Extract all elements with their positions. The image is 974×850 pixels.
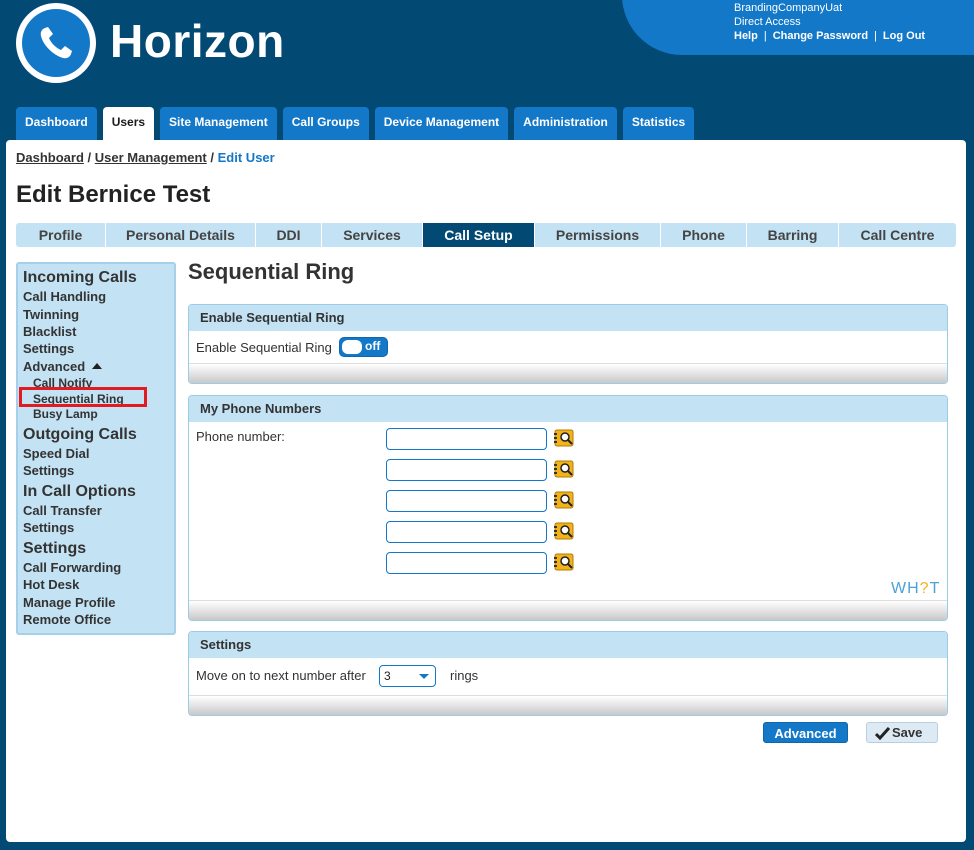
log-out-link[interactable]: Log Out: [883, 30, 925, 42]
tab-device-management[interactable]: Device Management: [374, 107, 509, 140]
nav-heading-settings: Settings: [23, 540, 87, 557]
enable-label: Enable Sequential Ring: [196, 340, 332, 355]
user-sub-tabs: Profile Personal Details DDI Services Ca…: [16, 223, 956, 247]
settings-panel: Settings Move on to next number after 3 …: [188, 631, 948, 716]
tab-phone[interactable]: Phone: [661, 223, 747, 247]
horizon-logo: [16, 3, 96, 83]
nav-hot-desk[interactable]: Hot Desk: [23, 577, 79, 592]
selection-highlight-box: [19, 387, 147, 407]
nav-manage-profile[interactable]: Manage Profile: [23, 595, 115, 610]
my-phone-numbers-panel: My Phone Numbers Phone number: WH?T: [188, 395, 948, 621]
tab-administration[interactable]: Administration: [514, 107, 617, 140]
phone-icon: [22, 9, 90, 77]
rings-select[interactable]: 3: [379, 665, 436, 687]
call-setup-sidebar: Incoming Calls Call Handling Twinning Bl…: [16, 262, 176, 635]
tab-call-groups[interactable]: Call Groups: [282, 107, 369, 140]
phone-number-input-5[interactable]: [386, 552, 547, 574]
save-button-label: Save: [892, 725, 923, 740]
nav-outgoing-settings[interactable]: Settings: [23, 463, 74, 478]
directory-lookup-icon[interactable]: [554, 459, 576, 479]
wht-logo: WH?T: [891, 580, 941, 597]
nav-advanced-label: Advanced: [23, 359, 86, 374]
phone-number-input-3[interactable]: [386, 490, 547, 512]
tab-profile[interactable]: Profile: [16, 223, 106, 247]
nav-busy-lamp[interactable]: Busy Lamp: [33, 407, 98, 421]
enable-sequential-ring-panel: Enable Sequential Ring Enable Sequential…: [188, 304, 948, 384]
section-title: Sequential Ring: [188, 259, 355, 284]
nav-heading-incoming-calls: Incoming Calls: [23, 269, 137, 286]
directory-lookup-icon[interactable]: [554, 521, 576, 541]
toggle-state-label: off: [365, 339, 381, 353]
tab-site-management[interactable]: Site Management: [160, 107, 277, 140]
nav-heading-in-call-options: In Call Options: [23, 483, 136, 500]
nav-blacklist[interactable]: Blacklist: [23, 324, 76, 339]
toggle-knob: [342, 340, 362, 354]
tab-personal-details[interactable]: Personal Details: [106, 223, 256, 247]
tab-services[interactable]: Services: [322, 223, 423, 247]
panel-header: My Phone Numbers: [189, 396, 947, 422]
phone-number-input-1[interactable]: [386, 428, 547, 450]
chevron-down-icon: [419, 674, 429, 679]
user-role: Direct Access: [734, 16, 801, 28]
panel-header: Enable Sequential Ring: [189, 305, 947, 331]
caret-up-icon: [91, 363, 102, 369]
save-button[interactable]: Save: [866, 722, 938, 743]
nav-call-handling[interactable]: Call Handling: [23, 289, 106, 304]
account-panel: BrandingCompanyUat Direct Access Help | Ch…: [622, 0, 974, 55]
nav-twinning[interactable]: Twinning: [23, 307, 79, 322]
change-password-link[interactable]: Change Password: [773, 30, 868, 42]
directory-lookup-icon[interactable]: [554, 490, 576, 510]
breadcrumb-dashboard[interactable]: Dashboard: [16, 150, 84, 165]
phone-number-input-2[interactable]: [386, 459, 547, 481]
move-on-label: Move on to next number after: [196, 668, 366, 683]
phone-number-input-4[interactable]: [386, 521, 547, 543]
nav-remote-office[interactable]: Remote Office: [23, 612, 111, 627]
tab-permissions[interactable]: Permissions: [535, 223, 661, 247]
main-nav-tabs: Dashboard Users Site Management Call Gro…: [16, 107, 700, 140]
advanced-button[interactable]: Advanced: [763, 722, 848, 743]
nav-in-call-settings[interactable]: Settings: [23, 520, 74, 535]
tab-call-setup[interactable]: Call Setup: [423, 223, 535, 247]
nav-settings[interactable]: Settings: [23, 341, 74, 356]
nav-call-forwarding[interactable]: Call Forwarding: [23, 560, 121, 575]
rings-select-value: 3: [384, 669, 391, 683]
tab-barring[interactable]: Barring: [747, 223, 839, 247]
tab-call-centre[interactable]: Call Centre: [839, 223, 956, 247]
tab-ddi[interactable]: DDI: [256, 223, 322, 247]
tab-users[interactable]: Users: [102, 107, 155, 140]
directory-lookup-icon[interactable]: [554, 552, 576, 572]
breadcrumb-user-management[interactable]: User Management: [95, 150, 207, 165]
breadcrumb: Dashboard / User Management / Edit User: [16, 150, 275, 165]
nav-call-transfer[interactable]: Call Transfer: [23, 503, 102, 518]
rings-label: rings: [450, 668, 479, 683]
content-panel: Dashboard / User Management / Edit User …: [6, 140, 966, 842]
panel-header: Settings: [189, 632, 947, 658]
company-name: BrandingCompanyUat: [734, 2, 843, 14]
phone-number-label: Phone number:: [196, 429, 285, 444]
brand-name: Horizon: [110, 15, 285, 67]
nav-advanced[interactable]: Advanced: [23, 359, 103, 374]
breadcrumb-current: Edit User: [217, 150, 275, 165]
account-links: Help | Change Password | Log Out: [734, 30, 926, 42]
checkmark-icon: [875, 727, 890, 740]
page-title: Edit Bernice Test: [16, 181, 211, 208]
nav-heading-outgoing-calls: Outgoing Calls: [23, 426, 137, 443]
sequential-ring-toggle[interactable]: off: [339, 337, 388, 357]
nav-speed-dial[interactable]: Speed Dial: [23, 446, 89, 461]
directory-lookup-icon[interactable]: [554, 428, 576, 448]
tab-dashboard[interactable]: Dashboard: [16, 107, 97, 140]
help-link[interactable]: Help: [734, 30, 758, 42]
tab-statistics[interactable]: Statistics: [622, 107, 695, 140]
